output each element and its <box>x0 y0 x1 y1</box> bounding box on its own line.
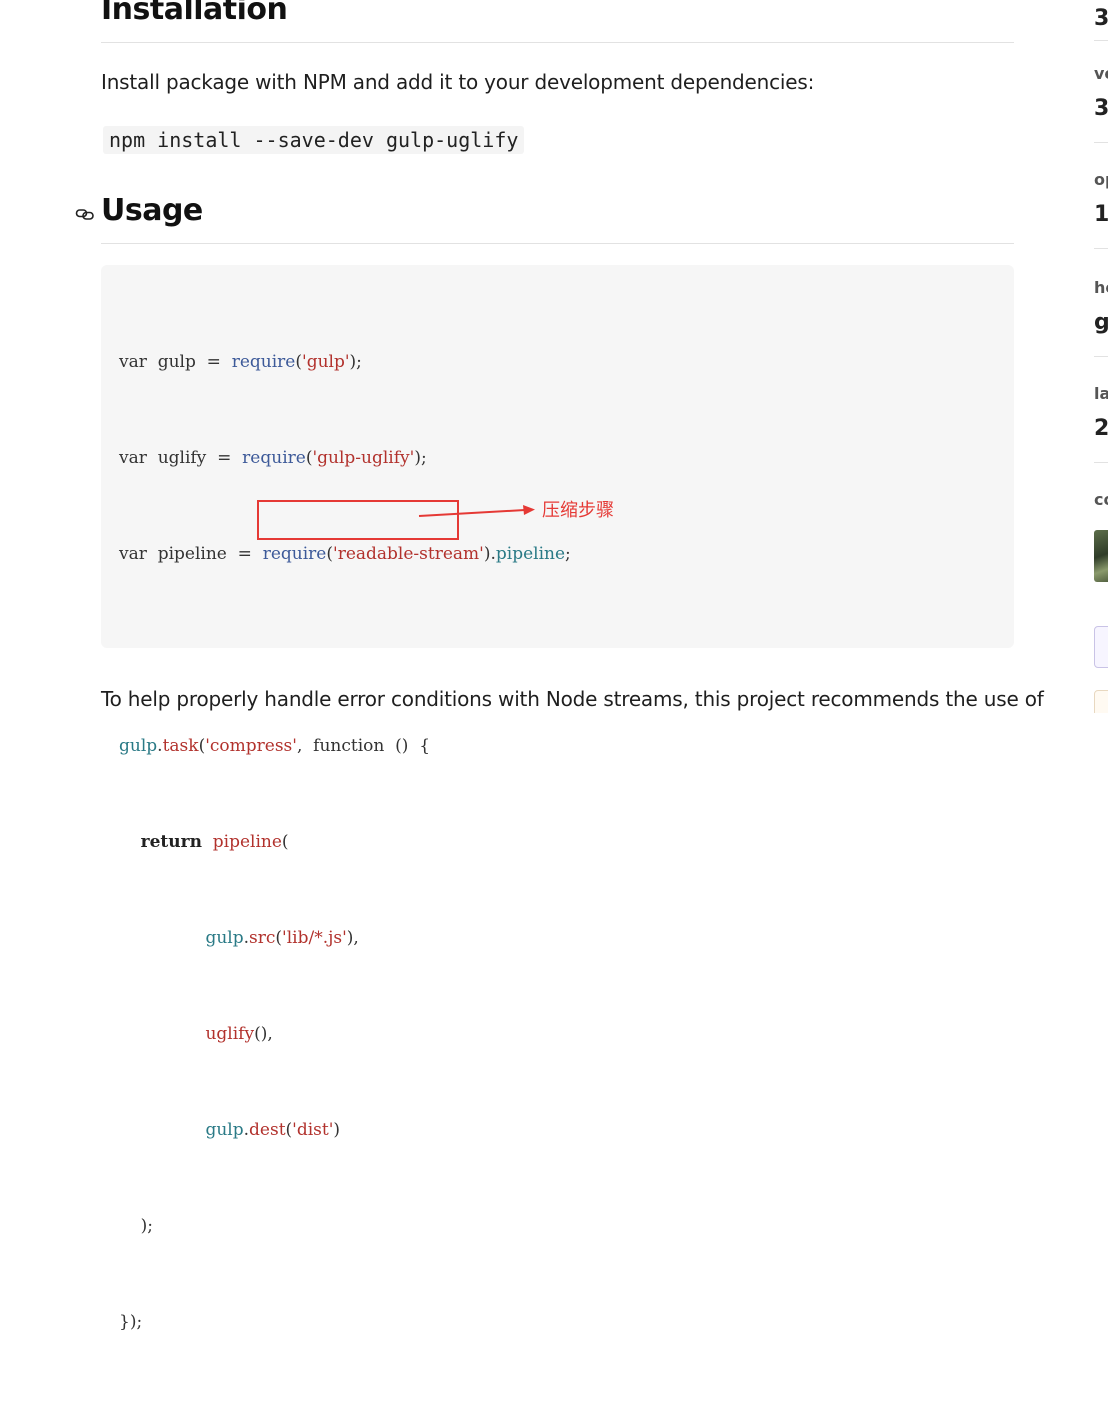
sidebar-divider <box>1094 462 1108 463</box>
code-line-5: gulp.task('compress', function () { <box>119 736 431 756</box>
code-listing: var gulp = require('gulp'); var uglify =… <box>119 282 571 1402</box>
sidebar-value: 3 <box>1094 6 1108 31</box>
sidebar-value[interactable]: g <box>1094 310 1108 335</box>
sidebar-divider <box>1094 40 1108 41</box>
code-line-6: return pipeline( <box>140 832 289 852</box>
code-line-9: gulp.dest('dist') <box>205 1120 341 1140</box>
sidebar-label: co <box>1094 490 1108 509</box>
heading-divider <box>101 42 1014 43</box>
installation-heading: Installation <box>101 0 288 27</box>
code-block: var gulp = require('gulp'); var uglify =… <box>101 265 1014 1332</box>
sidebar-label: ho <box>1094 278 1108 297</box>
usage-heading: Usage <box>101 193 203 228</box>
sidebar-label: ve <box>1094 64 1108 83</box>
heading-divider <box>101 243 1014 244</box>
annotation-label: 压缩步骤 <box>542 500 614 521</box>
collaborator-avatar[interactable] <box>1094 530 1108 582</box>
install-command: npm install --save-dev gulp-uglify <box>103 126 525 154</box>
sidebar-value: 1 <box>1094 202 1108 227</box>
code-line-8: uglify(), <box>205 1024 273 1044</box>
sidebar-value: 2 <box>1094 416 1108 441</box>
code-line-11: }); <box>119 1312 143 1332</box>
error-handling-paragraph: To help properly handle error conditions… <box>101 687 1044 711</box>
code-line-2: var uglify = require('gulp-uglify'); <box>119 448 427 468</box>
link-icon[interactable] <box>75 204 95 224</box>
code-line-7: gulp.src('lib/*.js'), <box>205 928 359 948</box>
sidebar-button[interactable] <box>1094 690 1108 713</box>
annotation-arrow-icon <box>418 505 535 517</box>
sidebar-divider <box>1094 142 1108 143</box>
code-line-3: var pipeline = require('readable-stream'… <box>119 544 571 564</box>
sidebar-label: op <box>1094 170 1108 189</box>
sidebar-button[interactable] <box>1094 626 1108 668</box>
package-sidebar: 3 ve 3 op 1 ho g la 2 co <box>1094 0 1108 713</box>
installation-paragraph: Install package with NPM and add it to y… <box>101 70 815 94</box>
code-line-10: ); <box>140 1216 153 1236</box>
sidebar-divider <box>1094 356 1108 357</box>
code-line-1: var gulp = require('gulp'); <box>119 352 362 372</box>
sidebar-value: 3 <box>1094 96 1108 121</box>
sidebar-divider <box>1094 248 1108 249</box>
sidebar-label: la <box>1094 384 1108 403</box>
